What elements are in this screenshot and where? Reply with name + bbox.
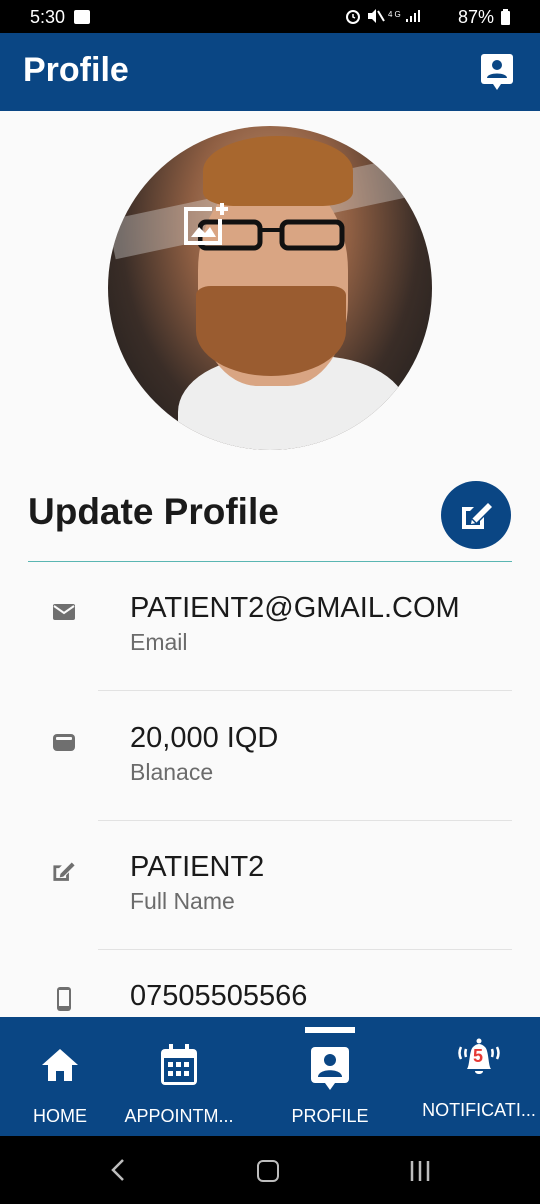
phone-value: 07505505566 [130,980,308,1012]
home-button-icon[interactable] [257,1160,279,1182]
back-icon[interactable] [110,1158,126,1182]
nav-label-profile: PROFILE [291,1106,369,1126]
profile-icon [311,1047,349,1090]
add-photo-icon[interactable] [182,197,234,249]
battery-icon [501,11,510,25]
gallery-notification-icon [74,10,90,24]
nav-label-notifications: NOTIFICATI... [422,1100,536,1120]
status-time: 5:30 [30,7,66,27]
recent-apps-icon[interactable] [410,1160,430,1182]
email-icon [53,604,75,620]
notification-badge: 5 [473,1046,484,1066]
svg-text:4G: 4G [388,10,403,19]
info-row-phone[interactable]: 07505505566 [0,950,540,1017]
balance-value: 20,000 IQD [130,722,279,754]
email-value: PATIENT2@GMAIL.COM [130,592,460,624]
edit-name-icon [53,862,75,881]
profile-photo[interactable] [108,126,432,450]
nav-label-home: HOME [33,1106,87,1126]
photo-hair [203,136,353,206]
email-label: Email [130,629,188,655]
full-name-label: Full Name [130,888,235,914]
edit-profile-button[interactable] [441,481,511,549]
page-title: Profile [23,51,129,89]
system-navigation-bar [0,1136,540,1204]
nav-label-appointments: APPOINTM... [124,1106,234,1126]
contact-card-icon[interactable] [481,54,513,90]
photo-beard [196,286,346,376]
status-bar: 5:30 4G 87% [0,0,540,33]
nav-item-appointments[interactable]: APPOINTM... [117,1017,241,1136]
full-name-value: PATIENT2 [130,851,265,883]
bottom-navigation: HOME APPOINTM... PROFILE 5 NOTIFICATI... [0,1017,540,1136]
system-indicators-icon: 4G [346,9,420,24]
profile-content: Update Profile PATIENT2@GMAIL.COM Email … [0,111,540,1017]
info-row-full-name[interactable]: PATIENT2 Full Name [0,821,540,951]
battery-level: 87% [457,7,494,27]
edit-profile-icon [462,503,492,529]
info-row-balance[interactable]: 20,000 IQD Blanace [0,691,540,821]
balance-label: Blanace [130,759,214,785]
home-icon [42,1049,78,1081]
status-icons: 4G [346,8,422,27]
wallet-icon [53,734,75,751]
nav-item-home[interactable]: HOME [0,1017,120,1136]
nav-item-profile[interactable]: PROFILE [270,1017,390,1136]
calendar-icon [161,1044,197,1085]
app-bar: Profile [0,33,540,111]
nav-item-notifications[interactable]: 5 NOTIFICATI... [418,1017,540,1136]
info-row-email[interactable]: PATIENT2@GMAIL.COM Email [0,562,540,692]
phone-icon [57,987,71,1011]
section-title: Update Profile [28,491,279,532]
